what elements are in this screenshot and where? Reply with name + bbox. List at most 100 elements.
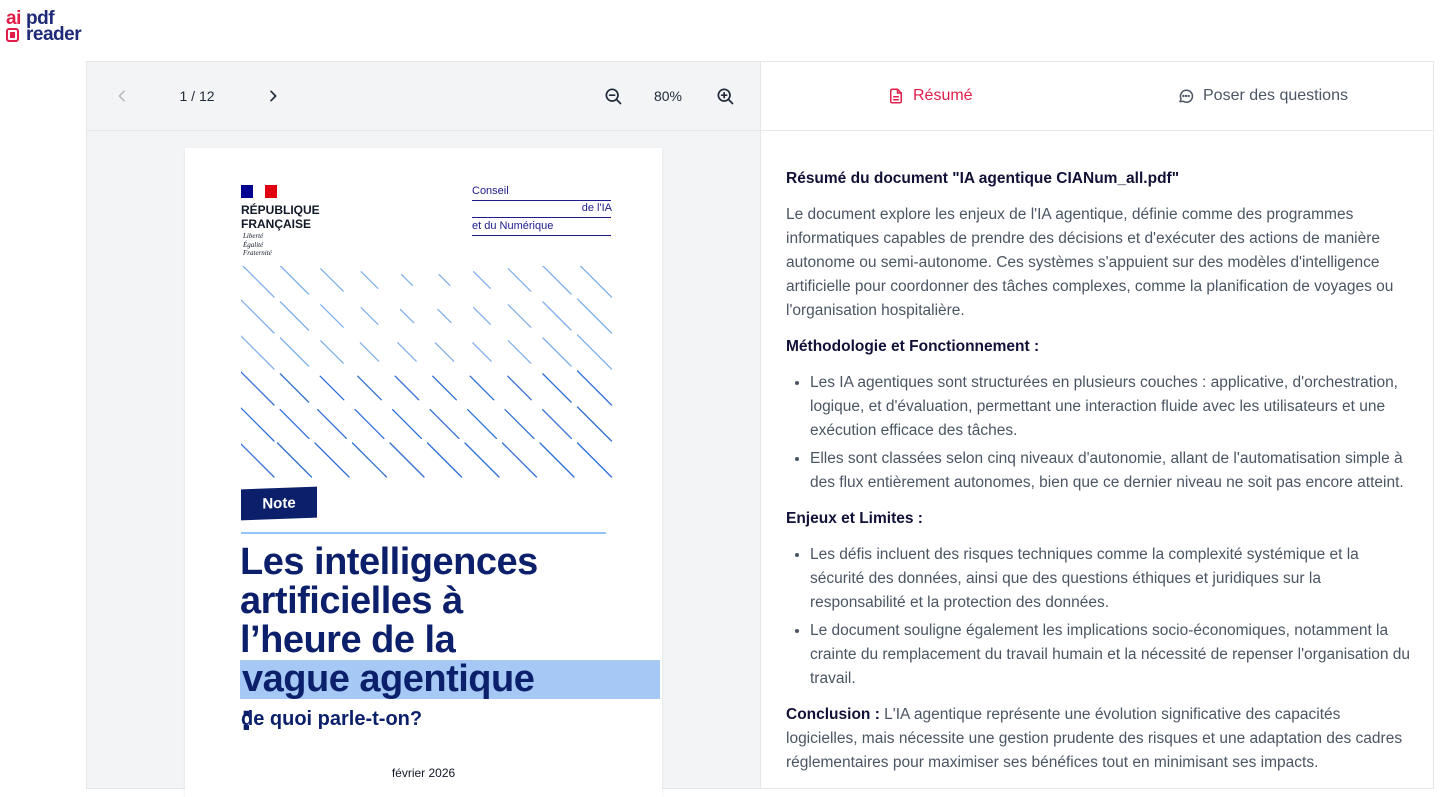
- pattern-line: [469, 375, 495, 401]
- pattern-line: [394, 375, 420, 401]
- pattern-line: [501, 442, 538, 478]
- document-subtitle: de quoi parle-t-on?: [241, 708, 423, 730]
- pattern-line: [320, 268, 344, 292]
- pattern-line: [437, 308, 452, 324]
- pattern-line: [354, 408, 385, 440]
- next-page-button[interactable]: [261, 84, 285, 108]
- section-challenges-title: Enjeux et Limites :: [786, 510, 923, 527]
- tab-resume[interactable]: Résumé: [887, 62, 973, 130]
- pattern-line: [438, 273, 451, 287]
- title-line3: l’heure de la: [240, 619, 456, 661]
- pattern-line: [241, 407, 275, 442]
- panel-tabs: Résumé Poser des questions: [761, 62, 1433, 131]
- pattern-line: [576, 298, 613, 334]
- republic-motto: Liberté Égalité Fraternité: [243, 232, 272, 258]
- pattern-line: [542, 373, 572, 403]
- pattern-line: [320, 340, 344, 364]
- tab-ask-questions[interactable]: Poser des questions: [1177, 62, 1348, 130]
- pattern-line: [242, 266, 275, 298]
- section-methodology-title: Méthodologie et Fonctionnement :: [786, 338, 1040, 355]
- pattern-line: [241, 371, 275, 406]
- pattern-line: [576, 442, 613, 478]
- conseil-line3: et du Numérique: [472, 220, 554, 232]
- pattern-line: [473, 307, 491, 325]
- conseil-line1: Conseil: [472, 185, 509, 197]
- pattern-line: [542, 337, 572, 367]
- pattern-line: [539, 442, 575, 478]
- pattern-line: [542, 266, 572, 295]
- pattern-line: [472, 342, 492, 362]
- pattern-line: [576, 334, 613, 370]
- pattern-line: [241, 335, 275, 370]
- pattern-line: [473, 271, 491, 289]
- diagonal-line-pattern: [241, 266, 613, 478]
- logo-reader-text: reader: [26, 24, 82, 45]
- motto-fraternite: Fraternité: [243, 249, 272, 257]
- pattern-line: [432, 375, 457, 401]
- summary-intro: Le document explore les enjeux de l'IA a…: [786, 206, 1394, 319]
- pattern-line: [541, 408, 573, 440]
- zoom-in-button[interactable]: [713, 84, 737, 108]
- pattern-line: [429, 408, 460, 440]
- list-item: Le document souligne également les impli…: [810, 619, 1416, 691]
- rf-line1: RÉPUBLIQUE: [241, 203, 320, 217]
- pattern-line: [542, 301, 572, 331]
- pattern-line: [276, 442, 313, 478]
- summary-conclusion: Conclusion : L'IA agentique représente u…: [786, 703, 1416, 775]
- side-panel: Résumé Poser des questions Résumé du doc…: [761, 62, 1433, 788]
- pattern-line: [241, 443, 275, 478]
- pattern-line: [426, 442, 463, 478]
- chat-bubble-icon: [1177, 87, 1195, 105]
- pattern-line: [576, 370, 613, 406]
- prev-page-button[interactable]: [110, 84, 134, 108]
- pattern-line: [466, 408, 498, 440]
- pattern-line: [504, 408, 535, 440]
- chevron-right-icon: [270, 90, 277, 102]
- tab-resume-label: Résumé: [913, 87, 973, 104]
- pattern-line: [241, 299, 275, 334]
- pattern-line: [314, 442, 350, 478]
- pattern-line: [279, 266, 310, 295]
- tab-questions-label: Poser des questions: [1203, 87, 1348, 104]
- zoom-out-icon: [605, 88, 622, 105]
- logo-ai-text: ai: [6, 8, 21, 29]
- note-badge: Note: [241, 486, 317, 521]
- section-methodology-list: Les IA agentiques sont structurées en pl…: [786, 371, 1416, 495]
- pattern-line: [507, 268, 532, 292]
- pattern-line: [399, 308, 415, 324]
- summary-content: Résumé du document "IA agentique CIANum_…: [786, 167, 1416, 787]
- republique-francaise-text: RÉPUBLIQUE FRANÇAISE: [241, 203, 320, 231]
- summary-heading: Résumé du document "IA agentique CIANum_…: [786, 170, 1180, 187]
- title-divider: [241, 532, 606, 534]
- pattern-line: [360, 307, 379, 325]
- viewer-toolbar: 1 / 12 80%: [87, 62, 760, 131]
- document-date: février 2026: [391, 766, 456, 780]
- pattern-line: [316, 408, 348, 440]
- pdf-viewer: 1 / 12 80% RÉPUBLIQUE FRANÇAISE Liberté: [87, 62, 761, 797]
- reader-container: 1 / 12 80% RÉPUBLIQUE FRANÇAISE Liberté: [86, 61, 1434, 797]
- page-indicator: 1 / 12: [179, 88, 215, 104]
- pattern-line: [400, 273, 414, 287]
- conseil-line2: de l'IA: [581, 202, 612, 214]
- pattern-line: [320, 304, 344, 328]
- pdf-file-icon: [6, 28, 19, 42]
- pattern-line: [389, 442, 425, 478]
- zoom-in-icon: [717, 88, 734, 105]
- pattern-line: [507, 304, 532, 328]
- pattern-line: [391, 408, 423, 440]
- list-item: Elles sont classées selon cinq niveaux d…: [810, 447, 1416, 495]
- title-line1: Les intelligences: [240, 541, 538, 583]
- pattern-line: [319, 375, 345, 401]
- pattern-line: [279, 408, 310, 440]
- title-line2: artificielles à: [240, 580, 463, 622]
- list-item: Les défis incluent des risques technique…: [810, 543, 1416, 615]
- pattern-line: [360, 271, 379, 289]
- pattern-line: [507, 375, 532, 401]
- chevron-left-icon: [118, 90, 125, 102]
- app-logo[interactable]: ai pdf reader: [6, 8, 96, 50]
- pattern-line: [359, 342, 380, 362]
- pattern-line: [279, 337, 310, 367]
- pdf-page: RÉPUBLIQUE FRANÇAISE Liberté Égalité Fra…: [185, 148, 662, 797]
- zoom-out-button[interactable]: [601, 84, 625, 108]
- pattern-line: [397, 342, 417, 362]
